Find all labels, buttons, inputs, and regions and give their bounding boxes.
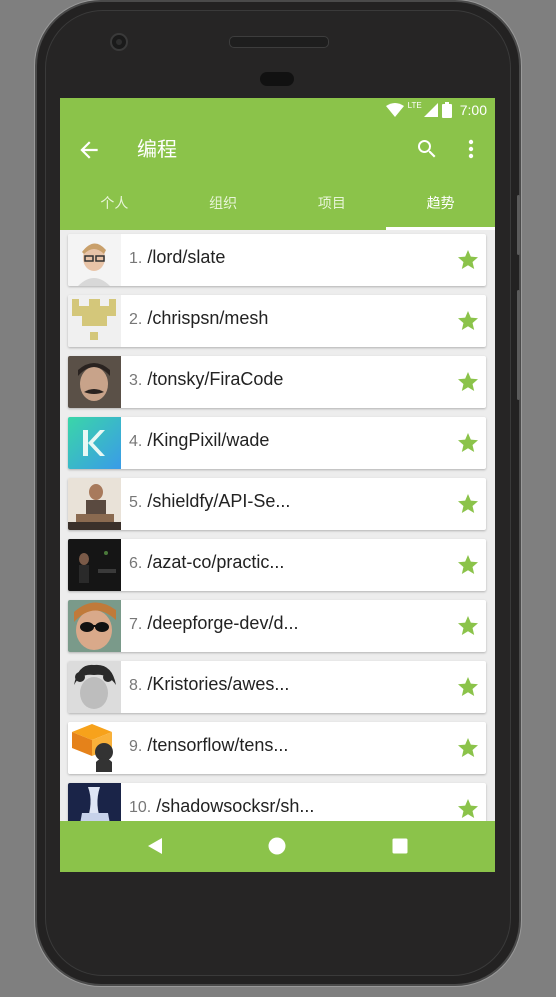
- repo-rank: 5.: [129, 494, 143, 511]
- repo-rank: 4.: [129, 433, 143, 450]
- repo-title: 4. /KingPixil/wade: [129, 430, 269, 451]
- tab-personal[interactable]: 个人: [60, 178, 169, 230]
- repo-name: /lord/slate: [147, 247, 226, 267]
- star-icon[interactable]: [456, 248, 480, 272]
- front-camera: [110, 33, 128, 51]
- repo-title: 10. /shadowsocksr/sh...: [129, 796, 314, 817]
- repo-rank: 3.: [129, 372, 143, 389]
- repo-card[interactable]: 1. /lord/slate: [68, 234, 486, 286]
- repo-rank: 9.: [129, 738, 143, 755]
- volume-button: [517, 290, 520, 400]
- tab-projects[interactable]: 项目: [278, 178, 387, 230]
- page-title: 编程: [137, 137, 177, 161]
- repo-title: 2. /chrispsn/mesh: [129, 308, 268, 329]
- repo-rank: 7.: [129, 616, 143, 633]
- repo-title: 8. /Kristories/awes...: [129, 674, 289, 695]
- star-icon[interactable]: [456, 736, 480, 760]
- repo-name: /KingPixil/wade: [147, 430, 270, 450]
- wifi-icon: [385, 103, 404, 117]
- star-icon[interactable]: [456, 309, 480, 333]
- repo-name: /azat-co/practic...: [147, 552, 285, 572]
- repo-name: /deepforge-dev/d...: [147, 613, 299, 633]
- battery-icon: [441, 102, 452, 118]
- app-screen: LTE 7:00 编程 个人 组织 项目 趋势 1. /lord/slate 2…: [60, 98, 495, 872]
- star-icon[interactable]: [456, 431, 480, 455]
- repo-title: 5. /shieldfy/API-Se...: [129, 491, 290, 512]
- star-icon[interactable]: [456, 797, 480, 821]
- nav-back-icon[interactable]: [142, 833, 168, 859]
- star-icon[interactable]: [456, 370, 480, 394]
- avatar: [68, 356, 121, 408]
- repo-title: 6. /azat-co/practic...: [129, 552, 284, 573]
- avatar: [68, 600, 121, 652]
- avatar: [68, 295, 121, 347]
- more-vert-icon[interactable]: [463, 137, 479, 161]
- back-arrow-icon[interactable]: [76, 137, 102, 163]
- repo-card[interactable]: 8. /Kristories/awes...: [68, 661, 486, 713]
- cell-signal-icon: [423, 103, 438, 117]
- star-icon[interactable]: [456, 553, 480, 577]
- repo-card[interactable]: 3. /tonsky/FiraCode: [68, 356, 486, 408]
- search-icon[interactable]: [415, 137, 439, 161]
- star-icon[interactable]: [456, 614, 480, 638]
- repo-name: /tonsky/FiraCode: [147, 369, 284, 389]
- repo-name: /shadowsocksr/sh...: [156, 796, 315, 816]
- star-icon[interactable]: [456, 492, 480, 516]
- power-button: [517, 195, 520, 255]
- app-bar: 编程: [60, 122, 495, 178]
- repo-title: 1. /lord/slate: [129, 247, 225, 268]
- repo-name: /tensorflow/tens...: [147, 735, 289, 755]
- nav-recents-icon[interactable]: [387, 833, 413, 859]
- system-nav-bar: [60, 821, 495, 872]
- avatar: [68, 722, 121, 774]
- earpiece-speaker: [229, 36, 329, 48]
- repo-rank: 1.: [129, 250, 143, 267]
- nav-home-icon[interactable]: [264, 833, 290, 859]
- lte-label: LTE: [407, 100, 422, 110]
- repo-rank: 2.: [129, 311, 143, 328]
- tab-trending[interactable]: 趋势: [386, 178, 495, 230]
- repo-card[interactable]: 5. /shieldfy/API-Se...: [68, 478, 486, 530]
- repo-name: /shieldfy/API-Se...: [147, 491, 291, 511]
- avatar: [68, 234, 121, 286]
- repo-rank: 8.: [129, 677, 143, 694]
- repo-card[interactable]: 6. /azat-co/practic...: [68, 539, 486, 591]
- repo-title: 3. /tonsky/FiraCode: [129, 369, 283, 390]
- status-time: 7:00: [459, 102, 487, 118]
- avatar: [68, 539, 121, 591]
- tab-organization[interactable]: 组织: [169, 178, 278, 230]
- tab-bar: 个人 组织 项目 趋势: [60, 178, 495, 230]
- repo-title: 7. /deepforge-dev/d...: [129, 613, 298, 634]
- repo-card[interactable]: 2. /chrispsn/mesh: [68, 295, 486, 347]
- proximity-sensor: [260, 72, 294, 86]
- status-icons: LTE 7:00: [385, 100, 487, 120]
- repo-card[interactable]: 9. /tensorflow/tens...: [68, 722, 486, 774]
- repo-card[interactable]: 4. /KingPixil/wade: [68, 417, 486, 469]
- repo-title: 9. /tensorflow/tens...: [129, 735, 288, 756]
- star-icon[interactable]: [456, 675, 480, 699]
- avatar: [68, 478, 121, 530]
- repo-rank: 6.: [129, 555, 143, 572]
- repo-name: /chrispsn/mesh: [147, 308, 269, 328]
- status-bar: LTE 7:00: [60, 98, 495, 122]
- repo-rank: 10.: [129, 799, 152, 816]
- repo-card[interactable]: 7. /deepforge-dev/d...: [68, 600, 486, 652]
- repo-name: /Kristories/awes...: [147, 674, 290, 694]
- avatar: [68, 661, 121, 713]
- avatar: [68, 417, 121, 469]
